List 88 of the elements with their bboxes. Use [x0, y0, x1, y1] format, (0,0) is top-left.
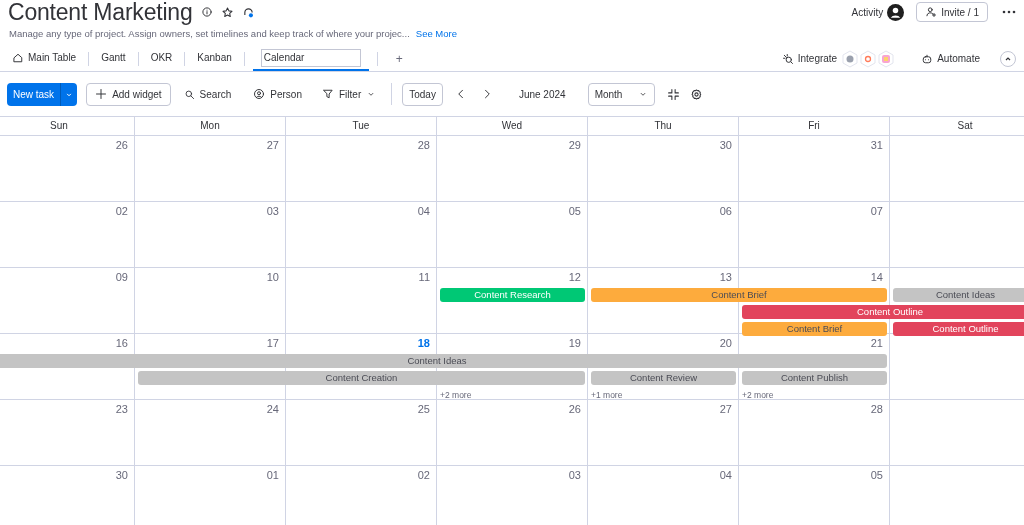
event-bar[interactable]: Content Outline	[742, 305, 1024, 319]
settings-icon[interactable]	[689, 87, 703, 101]
date-number: 26	[115, 139, 128, 151]
date-number: 28	[870, 403, 883, 415]
board-description: Manage any type of project. Assign owners, set timelines and keep track of where your projec...	[9, 27, 410, 39]
event-bar[interactable]: Content Publish	[742, 371, 887, 385]
today-button[interactable]: Today	[402, 82, 443, 106]
date-number: 14	[870, 271, 883, 283]
event-bar[interactable]: Content Brief	[591, 288, 887, 302]
date-number: 25	[417, 403, 430, 415]
date-number: 05	[870, 469, 883, 481]
integrate-label[interactable]: Integrate	[797, 53, 838, 64]
date-number: 13	[719, 271, 732, 283]
date-number: 27	[719, 403, 732, 415]
date-number: 31	[870, 139, 883, 151]
event-bar[interactable]: Content Review	[591, 371, 736, 385]
app-logos-icon	[841, 49, 896, 68]
view-tab[interactable]: OKR	[146, 46, 177, 71]
event-bar[interactable]: Content Ideas	[893, 288, 1024, 302]
filter-icon	[322, 88, 334, 100]
search-icon	[183, 88, 195, 100]
date-number: 27	[266, 139, 279, 151]
integrate-icon	[781, 52, 794, 65]
date-number: 06	[719, 205, 732, 217]
date-number: 21	[870, 337, 883, 349]
period-label: June 2024	[518, 88, 566, 100]
event-bar[interactable]: Content Brief	[742, 322, 887, 336]
date-number: 02	[417, 469, 430, 481]
date-number: 05	[568, 205, 581, 217]
date-number: 07	[870, 205, 883, 217]
date-number: 23	[115, 403, 128, 415]
date-number: 28	[417, 139, 430, 151]
add-view-button[interactable]: +	[389, 50, 409, 67]
date-number: 29	[568, 139, 581, 151]
fullscreen-icon[interactable]	[666, 87, 680, 101]
date-number: 12	[568, 271, 581, 283]
weekday-header: Fri	[739, 117, 890, 135]
date-number: 10	[266, 271, 279, 283]
weekday-header: Sun	[0, 117, 135, 135]
event-bar[interactable]: Content Ideas	[0, 354, 887, 368]
date-number: 30	[719, 139, 732, 151]
weekday-header: Wed	[437, 117, 588, 135]
home-icon	[12, 51, 24, 64]
plus-icon	[95, 88, 108, 100]
star-icon	[220, 5, 234, 19]
person-circle-icon	[253, 88, 266, 100]
date-number: 24	[266, 403, 279, 415]
date-number: 16	[115, 337, 128, 349]
date-number: 03	[266, 205, 279, 217]
date-number: 19	[568, 337, 581, 349]
invite-button[interactable]: Invite / 1	[916, 2, 988, 22]
date-number: 04	[719, 469, 732, 481]
date-number: 11	[418, 271, 430, 283]
more-events-link[interactable]: +2 more	[437, 390, 472, 400]
view-tab[interactable]: Main Table	[8, 46, 81, 71]
robot-icon	[921, 52, 934, 65]
more-events-link[interactable]: +1 more	[588, 390, 623, 400]
chat-icon	[241, 5, 255, 19]
date-number: 09	[115, 271, 128, 283]
date-number: 04	[417, 205, 430, 217]
user-avatar-icon[interactable]	[887, 3, 905, 21]
date-number: 03	[568, 469, 581, 481]
new-task-button[interactable]: New task	[7, 82, 78, 106]
more-options-icon[interactable]	[1002, 10, 1016, 14]
weekday-header: Mon	[135, 117, 286, 135]
view-tab[interactable]: Kanban	[193, 46, 236, 71]
date-number: 30	[115, 469, 128, 481]
add-widget-button[interactable]: Add widget	[86, 82, 171, 106]
activity-label[interactable]: Activity	[851, 6, 884, 18]
weekday-header: Thu	[588, 117, 739, 135]
weekday-header: Sat	[890, 117, 1024, 135]
see-more-link[interactable]: See More	[415, 27, 457, 39]
weekday-header: Tue	[286, 117, 437, 135]
date-number: 17	[266, 337, 279, 349]
date-number: 20	[719, 337, 732, 349]
view-mode-dropdown[interactable]: Month	[587, 82, 655, 106]
event-bar[interactable]: Content Outline	[893, 322, 1024, 336]
view-tab[interactable]: Gantt	[97, 46, 130, 71]
date-number: 01	[266, 469, 279, 481]
event-bar[interactable]: Content Creation	[138, 371, 585, 385]
date-number: 02	[115, 205, 128, 217]
date-number: 26	[568, 403, 581, 415]
date-number: 18	[417, 337, 430, 349]
automate-label[interactable]: Automate	[937, 53, 980, 64]
more-events-link[interactable]: +2 more	[739, 390, 774, 400]
person-add-icon	[925, 6, 938, 18]
board-title: Content Marketing	[8, 0, 193, 26]
info-icon	[200, 6, 213, 18]
